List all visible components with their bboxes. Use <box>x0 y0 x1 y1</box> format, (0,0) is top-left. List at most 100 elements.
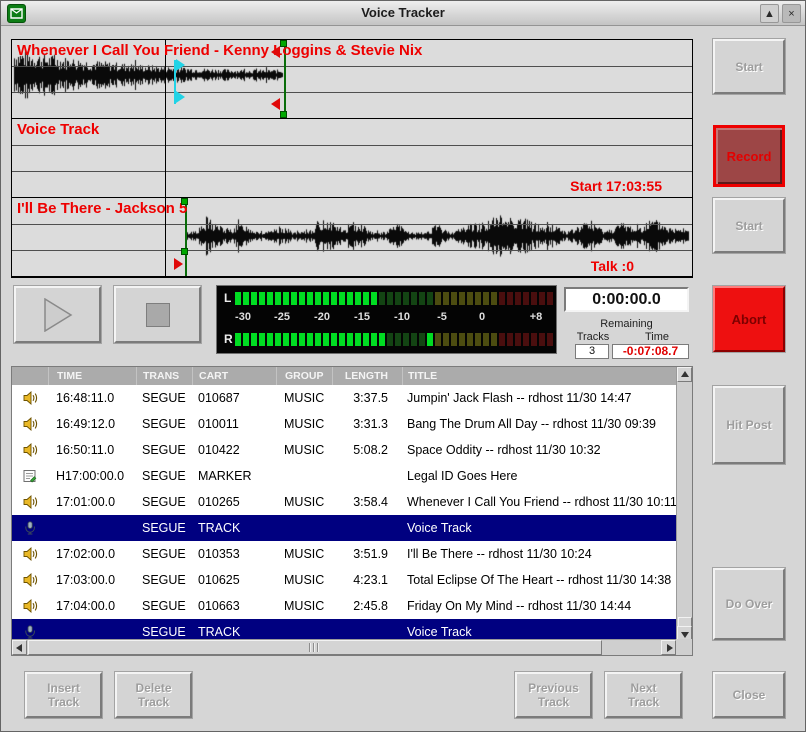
track-2-title: Voice Track <box>17 121 99 138</box>
column-time: TIME <box>48 367 136 385</box>
column-group: GROUP <box>276 367 332 385</box>
cell-title: Space Oddity -- rdhost 11/30 10:32 <box>402 443 676 457</box>
talk-marker-icon[interactable] <box>176 59 185 71</box>
cell-cart: 010687 <box>192 391 276 405</box>
column-icon <box>12 367 48 385</box>
cell-group: MUSIC <box>276 573 332 587</box>
cell-cart: 010353 <box>192 547 276 561</box>
start-button-1[interactable]: Start <box>713 39 785 94</box>
play-button[interactable] <box>14 286 101 343</box>
start-button-2[interactable]: Start <box>713 198 785 253</box>
marker-handle[interactable] <box>181 248 188 255</box>
cell-cart: 010265 <box>192 495 276 509</box>
insert-track-button[interactable]: Insert Track <box>25 672 102 718</box>
cell-time: H17:00:00.0 <box>48 469 136 483</box>
cell-cart: 010011 <box>192 417 276 431</box>
meter-scale-label: -10 <box>394 311 410 323</box>
log-row[interactable]: H17:00:00.0SEGUEMARKERLegal ID Goes Here <box>12 463 676 489</box>
log-list: TIME TRANS CART GROUP LENGTH TITLE 16:48… <box>11 366 693 656</box>
delete-track-button[interactable]: Delete Track <box>115 672 192 718</box>
cell-cart: TRACK <box>192 521 276 535</box>
audio-level-meter: L R -30-25-20-15-10-50+8 <box>216 285 557 354</box>
grid-rule <box>12 66 692 67</box>
vertical-scrollbar[interactable] <box>676 367 692 641</box>
column-title: TITLE <box>402 367 676 385</box>
log-row[interactable]: 16:48:11.0SEGUE010687MUSIC3:37.5Jumpin' … <box>12 385 676 411</box>
log-row[interactable]: 16:50:11.0SEGUE010422MUSIC5:08.2Space Od… <box>12 437 676 463</box>
close-button[interactable]: Close <box>713 672 785 718</box>
cell-title: Voice Track <box>402 521 676 535</box>
meter-scale-label: -5 <box>437 311 447 323</box>
marker-handle[interactable] <box>280 40 287 47</box>
track-1-title: Whenever I Call You Friend - Kenny Loggi… <box>17 42 422 59</box>
cell-time: 16:49:12.0 <box>48 417 136 431</box>
shade-window-button[interactable]: ▲ <box>760 4 779 23</box>
grid-rule <box>12 92 692 93</box>
log-row-selected[interactable]: SEGUETRACKVoice Track <box>12 619 676 641</box>
cell-title: Jumpin' Jack Flash -- rdhost 11/30 14:47 <box>402 391 676 405</box>
log-row[interactable]: 17:03:00.0SEGUE010625MUSIC4:23.1Total Ec… <box>12 567 676 593</box>
titlebar: Voice Tracker ▲ × <box>1 1 805 26</box>
record-button[interactable]: Record <box>713 125 785 187</box>
cell-trans: SEGUE <box>136 469 192 483</box>
stop-icon <box>146 303 170 327</box>
track-2-start-time: Start 17:03:55 <box>570 178 662 194</box>
next-track-button[interactable]: Next Track <box>605 672 682 718</box>
cell-time: 16:48:11.0 <box>48 391 136 405</box>
meter-left-label: L <box>224 291 231 305</box>
cell-length: 3:37.5 <box>332 391 402 405</box>
meter-row-right <box>235 333 555 346</box>
remaining-time-value: -0:07:08.7 <box>612 344 689 359</box>
track-panel-1[interactable]: Whenever I Call You Friend - Kenny Loggi… <box>12 40 692 119</box>
meter-scale-label: 0 <box>479 311 485 323</box>
track-panel-2[interactable]: Voice Track Start 17:03:55 <box>12 119 692 198</box>
do-over-button[interactable]: Do Over <box>713 568 785 640</box>
stop-button[interactable] <box>114 286 201 343</box>
marker-handle[interactable] <box>181 198 188 205</box>
marker-handle[interactable] <box>280 111 287 118</box>
grid-rule <box>12 250 692 251</box>
abort-button[interactable]: Abort <box>713 286 785 352</box>
column-trans: TRANS <box>136 367 192 385</box>
cell-cart: TRACK <box>192 625 276 639</box>
mic-icon <box>12 625 48 639</box>
fade-marker-icon[interactable] <box>271 98 280 110</box>
close-window-button[interactable]: × <box>782 4 801 23</box>
hit-post-button[interactable]: Hit Post <box>713 386 785 464</box>
horizontal-scrollbar[interactable] <box>12 639 676 655</box>
log-row[interactable]: 17:01:00.0SEGUE010265MUSIC3:58.4Whenever… <box>12 489 676 515</box>
speaker-icon <box>12 573 48 587</box>
remaining-label: Remaining <box>564 318 689 330</box>
log-row[interactable]: 16:49:12.0SEGUE010011MUSIC3:31.3Bang The… <box>12 411 676 437</box>
track-panel-3[interactable]: I'll Be There - Jackson 5 Talk :0 <box>12 198 692 277</box>
playback-cursor <box>165 40 166 277</box>
cell-length: 3:58.4 <box>332 495 402 509</box>
log-rows: 16:48:11.0SEGUE010687MUSIC3:37.5Jumpin' … <box>12 385 676 641</box>
cell-time: 17:02:00.0 <box>48 547 136 561</box>
scrollbar-corner <box>676 639 692 655</box>
scroll-up-button[interactable] <box>677 367 692 382</box>
meter-scale-label: -25 <box>274 311 290 323</box>
previous-track-button[interactable]: Previous Track <box>515 672 592 718</box>
grid-rule <box>12 145 692 146</box>
fade-marker-icon[interactable] <box>174 258 183 270</box>
log-row[interactable]: 17:04:00.0SEGUE010663MUSIC2:45.8Friday O… <box>12 593 676 619</box>
cell-trans: SEGUE <box>136 417 192 431</box>
horizontal-scroll-thumb[interactable] <box>28 640 602 655</box>
cell-group: MUSIC <box>276 417 332 431</box>
fade-marker-icon[interactable] <box>271 46 280 58</box>
log-row-selected[interactable]: SEGUETRACKVoice Track <box>12 515 676 541</box>
remaining-tracks-value: 3 <box>575 344 609 359</box>
speaker-icon <box>12 391 48 405</box>
talk-marker-icon[interactable] <box>176 91 185 103</box>
scroll-left-button[interactable] <box>12 640 27 655</box>
remaining-tracks-label: Tracks <box>562 331 624 343</box>
meter-scale-label: -15 <box>354 311 370 323</box>
speaker-icon <box>12 599 48 613</box>
log-row[interactable]: 17:02:00.0SEGUE010353MUSIC3:51.9I'll Be … <box>12 541 676 567</box>
cell-group: MUSIC <box>276 599 332 613</box>
meter-scale-label: -30 <box>235 311 251 323</box>
scroll-right-button[interactable] <box>661 640 676 655</box>
cell-title: Legal ID Goes Here <box>402 469 676 483</box>
grid-rule <box>12 171 692 172</box>
